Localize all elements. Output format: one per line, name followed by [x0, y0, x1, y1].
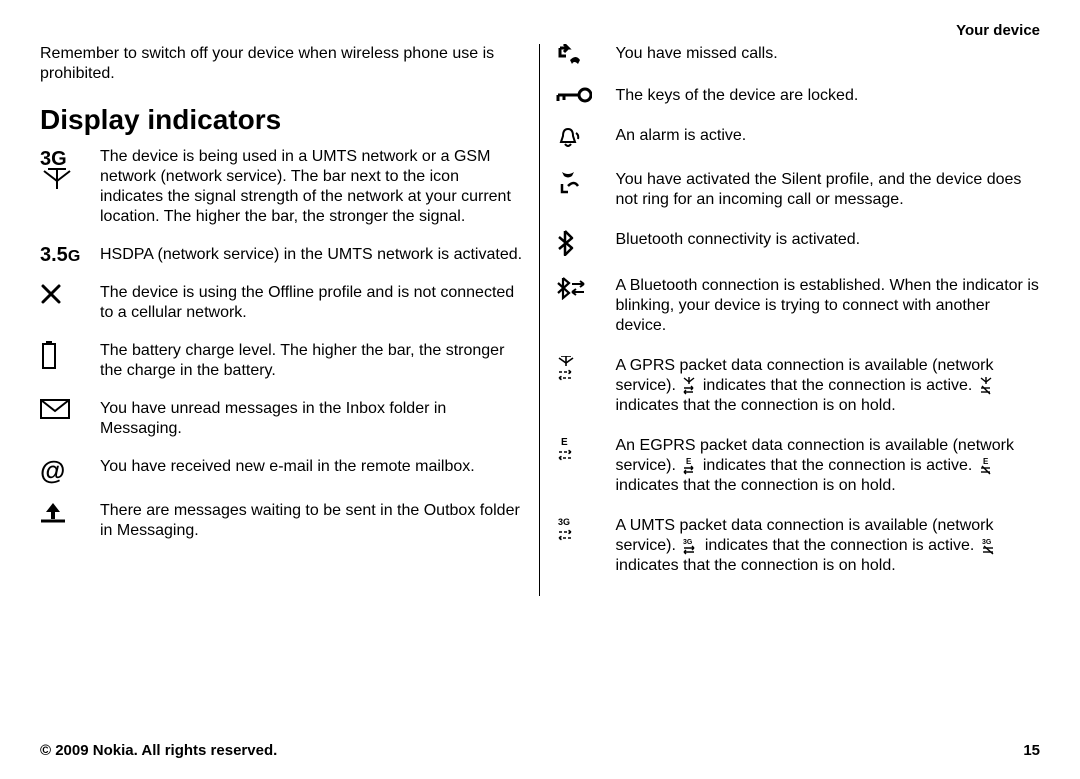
svg-text:3G: 3G	[558, 517, 570, 527]
indicator-row: 3.5G HSDPA (network service) in the UMTS…	[40, 245, 525, 265]
umts-active-icon: 3G	[682, 537, 698, 555]
indicator-text: The battery charge level. The higher the…	[100, 341, 525, 381]
page-footer: © 2009 Nokia. All rights reserved. 15	[40, 742, 1040, 759]
battery-icon	[40, 341, 86, 369]
umts-hold-icon: 3G	[981, 537, 997, 555]
missed-call-icon	[556, 44, 602, 66]
indicator-row: Bluetooth connectivity is activated.	[556, 230, 1041, 256]
page-number: 15	[1023, 742, 1040, 759]
indicator-row: An alarm is active.	[556, 126, 1041, 150]
indicator-row: You have activated the Silent profile, a…	[556, 170, 1041, 210]
svg-text:E: E	[983, 457, 989, 466]
indicator-row: There are messages waiting to be sent in…	[40, 501, 525, 541]
indicator-row: 3G A UMTS packet data connection is avai…	[556, 516, 1041, 576]
indicator-text: The device is using the Offline profile …	[100, 283, 525, 323]
text-segment: indicates that the connection is on hold…	[616, 397, 896, 414]
gprs-active-icon	[682, 377, 696, 395]
indicator-row: 3G The device is being used in a UMTS ne…	[40, 147, 525, 227]
text-segment: indicates that the connection is active.	[703, 377, 977, 394]
indicator-text: A Bluetooth connection is established. W…	[616, 276, 1041, 336]
indicator-row: E An EGPRS packet data connection is ava…	[556, 436, 1041, 496]
bluetooth-connected-icon	[556, 276, 602, 300]
envelope-icon	[40, 399, 86, 419]
text-segment: indicates that the connection is on hold…	[616, 557, 896, 574]
manual-page: Your device Remember to switch off your …	[0, 0, 1080, 779]
text-segment: indicates that the connection is on hold…	[616, 477, 896, 494]
indicator-row: The device is using the Offline profile …	[40, 283, 525, 323]
gprs-icon	[556, 356, 602, 382]
offline-x-icon	[40, 283, 86, 305]
bluetooth-icon	[556, 230, 602, 256]
indicator-text: You have received new e-mail in the remo…	[100, 457, 525, 477]
right-column: You have missed calls. The keys of the d…	[540, 44, 1041, 596]
outbox-icon	[40, 501, 86, 523]
three-g-signal-icon: 3G	[40, 147, 86, 191]
alarm-bell-icon	[556, 126, 602, 150]
indicator-text: You have unread messages in the Inbox fo…	[100, 399, 525, 439]
indicator-text: A UMTS packet data connection is availab…	[616, 516, 1041, 576]
intro-text: Remember to switch off your device when …	[40, 44, 525, 84]
svg-text:3G: 3G	[982, 539, 992, 546]
gprs-hold-icon	[979, 377, 993, 395]
indicator-text: The keys of the device are locked.	[616, 86, 1041, 106]
egprs-active-icon: E	[682, 457, 696, 475]
silent-profile-icon	[556, 170, 602, 194]
svg-text:E: E	[561, 437, 568, 448]
key-lock-icon	[556, 86, 602, 104]
indicator-row: A GPRS packet data connection is availab…	[556, 356, 1041, 416]
svg-text:3G: 3G	[683, 539, 693, 546]
content-columns: Remember to switch off your device when …	[40, 44, 1040, 596]
indicator-row: The battery charge level. The higher the…	[40, 341, 525, 381]
indicator-text: There are messages waiting to be sent in…	[100, 501, 525, 541]
indicator-text: You have activated the Silent profile, a…	[616, 170, 1041, 210]
indicator-row: @ You have received new e-mail in the re…	[40, 457, 525, 483]
indicator-text: An EGPRS packet data connection is avail…	[616, 436, 1041, 496]
umts-data-icon: 3G	[556, 516, 602, 542]
copyright-text: © 2009 Nokia. All rights reserved.	[40, 742, 277, 759]
text-segment: indicates that the connection is active.	[705, 537, 979, 554]
indicator-text: An alarm is active.	[616, 126, 1041, 146]
header-section-label: Your device	[956, 22, 1040, 39]
egprs-hold-icon: E	[979, 457, 993, 475]
indicator-text: The device is being used in a UMTS netwo…	[100, 147, 525, 227]
at-sign-icon: @	[40, 457, 86, 483]
indicator-text: A GPRS packet data connection is availab…	[616, 356, 1041, 416]
left-column: Remember to switch off your device when …	[40, 44, 540, 596]
indicator-row: You have missed calls.	[556, 44, 1041, 66]
svg-text:3G: 3G	[40, 148, 67, 170]
indicator-row: A Bluetooth connection is established. W…	[556, 276, 1041, 336]
svg-text:E: E	[686, 457, 692, 466]
indicator-row: The keys of the device are locked.	[556, 86, 1041, 106]
page-title: Display indicators	[40, 102, 525, 137]
text-segment: indicates that the connection is active.	[703, 457, 977, 474]
indicator-text: HSDPA (network service) in the UMTS netw…	[100, 245, 525, 265]
indicator-text: Bluetooth connectivity is activated.	[616, 230, 1041, 250]
indicator-text: You have missed calls.	[616, 44, 1041, 64]
hsdpa-label-icon: 3.5G	[40, 245, 86, 265]
egprs-icon: E	[556, 436, 602, 462]
indicator-row: You have unread messages in the Inbox fo…	[40, 399, 525, 439]
